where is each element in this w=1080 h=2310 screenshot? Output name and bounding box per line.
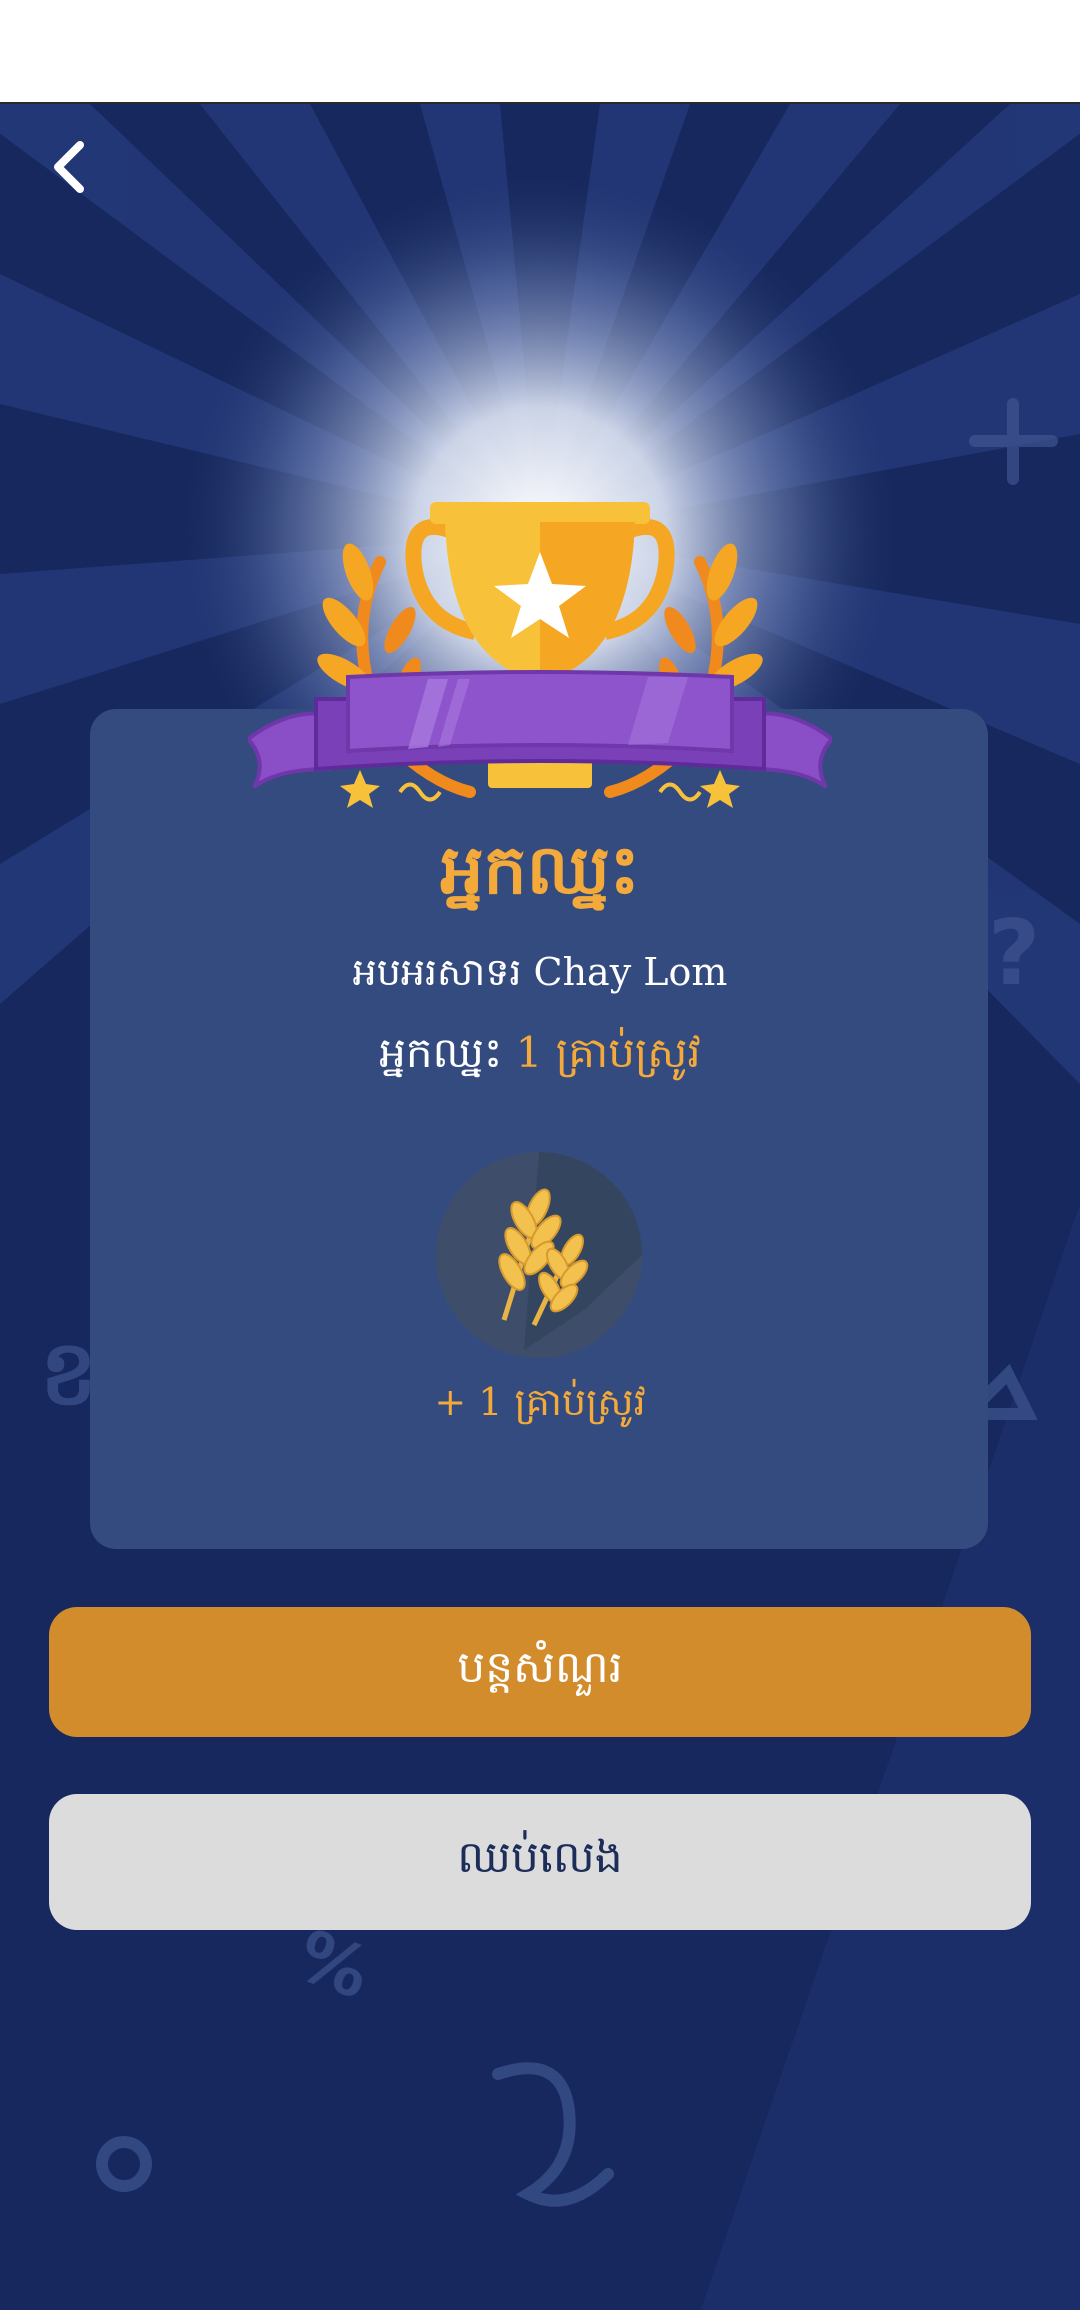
winner-title: អ្នកឈ្នះ (440, 830, 640, 910)
chevron-left-icon (54, 141, 84, 193)
bonus-text: + 1 គ្រាប់ស្រូវ (434, 1380, 646, 1424)
status-bar (0, 0, 1080, 102)
ribbon-banner (248, 670, 832, 789)
congrats-text: អបអរសាទរ Chay Lom (352, 950, 728, 994)
reward-summary: អ្នកឈ្នះ 1 គ្រាប់ស្រូវ (0, 1025, 1080, 1081)
rice-grain-icon (436, 1152, 642, 1358)
reward-amount: 1 គ្រាប់ស្រូវ (515, 1028, 701, 1077)
stop-button[interactable]: ឈប់លេង (49, 1794, 1031, 1930)
game-result-screen: ? % ខ អ្នកឈ្នះ អបអរសាទរ Chay Lom អ្នកឈ្ន… (0, 102, 1080, 2310)
continue-button[interactable]: បន្តសំណួរ (49, 1607, 1031, 1737)
back-button[interactable] (34, 132, 104, 202)
reward-prefix: អ្នកឈ្នះ (379, 1028, 503, 1077)
